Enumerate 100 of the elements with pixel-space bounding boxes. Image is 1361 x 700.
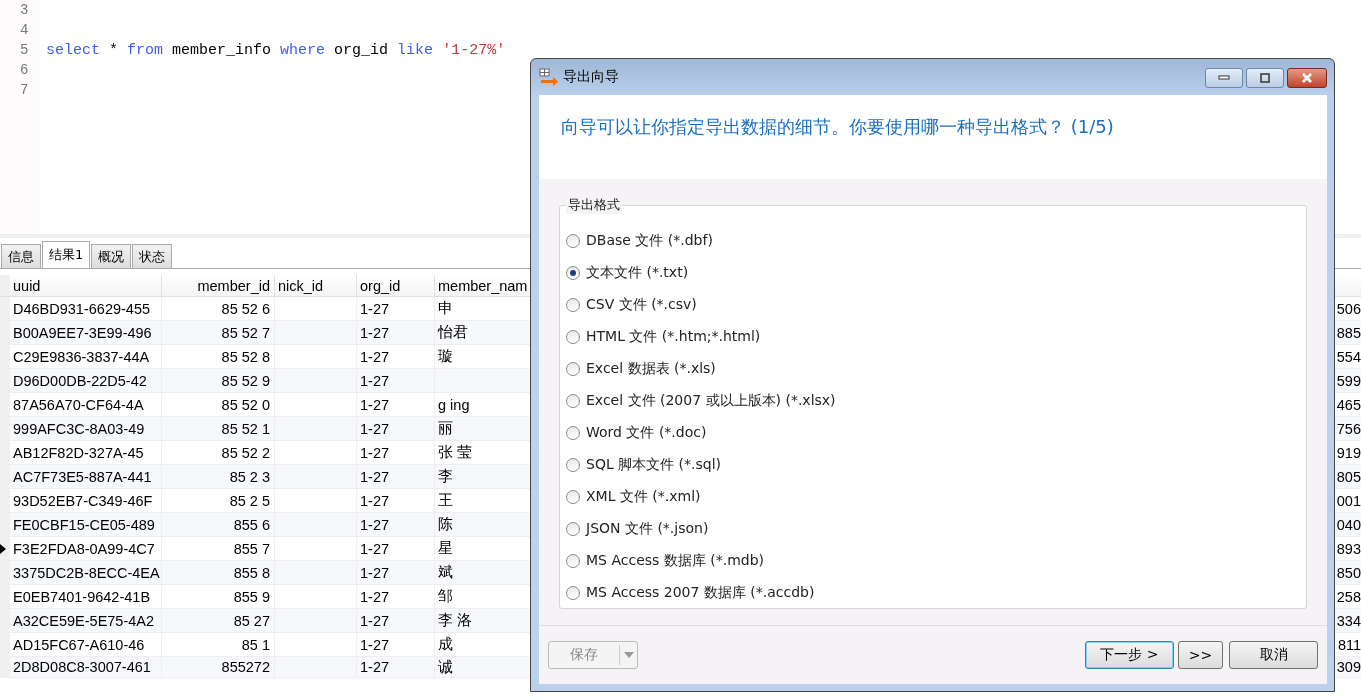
table-cell-text: 258 [1335,587,1361,607]
column-header[interactable]: uuid [10,275,162,296]
line-number: 4 [19,22,30,38]
table-cell: E0EB7401-9642-41B [10,585,162,608]
table-cell-text: 554 [1335,347,1361,367]
table-cell: 1-27 [357,393,435,416]
table-cell: 85 2 3 [162,465,275,488]
format-option[interactable]: XML 文件 (*.xml) [566,481,1300,513]
radio-button[interactable] [566,266,580,280]
table-cell-text: 885 [1335,323,1361,343]
table-cell: 2D8D08C8-3007-461 [10,657,162,677]
group-label: 导出格式 [566,196,622,214]
result-tab[interactable]: 结果1 [42,241,91,268]
radio-button[interactable] [566,490,580,504]
wizard-heading: 向导可以让你指定导出数据的细节。你要使用哪一种导出格式？ (1/5) [561,116,1114,137]
table-cell: 85 52 1 [162,417,275,440]
radio-button[interactable] [566,522,580,536]
table-cell: 1-27 [357,561,435,584]
format-option[interactable]: HTML 文件 (*.htm;*.html) [566,321,1300,353]
cancel-button[interactable]: 取消 [1229,641,1318,669]
radio-button[interactable] [566,586,580,600]
table-cell: 87A56A70-CF64-4A [10,393,162,416]
radio-button[interactable] [566,234,580,248]
format-option[interactable]: Excel 文件 (2007 或以上版本) (*.xlsx) [566,385,1300,417]
table-cell-text: 893 [1335,539,1361,559]
table-cell: FE0CBF15-CE05-489 [10,513,162,536]
table-cell: 1-27 [357,297,435,320]
table-cell: 85 52 7 [162,321,275,344]
table-cell-text: 001 [1335,491,1361,511]
result-tab[interactable]: 信息 [1,244,41,268]
maximize-button[interactable] [1246,68,1284,88]
result-tab[interactable]: 状态 [132,244,173,268]
format-option[interactable]: CSV 文件 (*.csv) [566,289,1300,321]
radio-button[interactable] [566,426,580,440]
table-cell: 85 1 [162,633,275,656]
table-cell-text: 334 [1335,611,1361,631]
table-cell: 85 52 9 [162,369,275,392]
table-cell: AC7F73E5-887A-441 [10,465,162,488]
result-tab[interactable]: 概况 [91,244,132,268]
close-button[interactable] [1287,68,1327,88]
format-option[interactable]: Excel 数据表 (*.xls) [566,353,1300,385]
format-option[interactable]: SQL 脚本文件 (*.sql) [566,449,1300,481]
radio-button[interactable] [566,458,580,472]
format-option[interactable]: DBase 文件 (*.dbf) [566,225,1300,257]
table-cell: 1-27 [357,369,435,392]
table-cell: 3375DC2B-8ECC-4EA [10,561,162,584]
table-cell: 1-27 [357,609,435,632]
radio-button[interactable] [566,298,580,312]
maximize-icon [1259,72,1271,84]
table-cell: D96D00DB-22D5-42 [10,369,162,392]
sql-code-line: select * from member_info where org_id like '1-27%' [46,41,506,59]
table-cell: AB12F82D-327A-45 [10,441,162,464]
radio-button[interactable] [566,330,580,344]
table-cell: D46BD931-6629-455 [10,297,162,320]
column-header[interactable]: nick_id [275,275,357,296]
radio-button[interactable] [566,394,580,408]
table-cell-text: 850 [1335,563,1361,583]
close-icon [1301,72,1313,84]
table-cell: B00A9EE7-3E99-496 [10,321,162,344]
format-option[interactable]: 文本文件 (*.txt) [566,257,1300,289]
table-cell: 1-27 [357,633,435,656]
table-cell-text: 805 [1335,467,1361,487]
radio-button[interactable] [566,362,580,376]
table-cell: 1-27 [357,345,435,368]
table-cell: 1-27 [357,465,435,488]
window-title: 导出向导 [563,68,619,86]
line-number: 3 [19,2,30,18]
table-cell: 1-27 [357,537,435,560]
format-option[interactable]: MS Access 2007 数据库 (*.accdb) [566,577,1300,609]
table-cell: 1-27 [357,417,435,440]
radio-button[interactable] [566,554,580,568]
table-cell: 855 9 [162,585,275,608]
table-cell: 855 7 [162,537,275,560]
next-button[interactable]: 下一步 > [1085,641,1174,669]
line-number: 6 [19,62,30,78]
minimize-icon [1218,75,1230,81]
minimize-button[interactable] [1205,68,1243,88]
table-cell-text: 756 [1335,419,1361,439]
column-header[interactable]: member_id [162,275,275,296]
format-option[interactable]: Word 文件 (*.doc) [566,417,1300,449]
table-cell-text: 309 [1335,658,1361,677]
table-cell: 85 27 [162,609,275,632]
table-cell: 1-27 [357,585,435,608]
column-header[interactable]: org_id [357,275,435,296]
table-cell: 855272 [162,657,275,677]
table-cell-text: 506 [1335,299,1361,319]
table-cell: 1-27 [357,513,435,536]
table-cell: 85 52 2 [162,441,275,464]
table-cell: 1-27 [357,657,435,677]
table-cell-text: 811 [1336,635,1361,655]
table-cell: 999AFC3C-8A03-49 [10,417,162,440]
export-icon [539,68,559,86]
table-cell: 855 8 [162,561,275,584]
finish-button[interactable]: >> [1178,641,1223,669]
table-cell: 1-27 [357,321,435,344]
table-cell: 85 52 0 [162,393,275,416]
table-cell: F3E2FDA8-0A99-4C7 [10,537,162,560]
line-number: 5 [19,42,30,58]
format-option[interactable]: JSON 文件 (*.json) [566,513,1300,545]
format-option[interactable]: MS Access 数据库 (*.mdb) [566,545,1300,577]
